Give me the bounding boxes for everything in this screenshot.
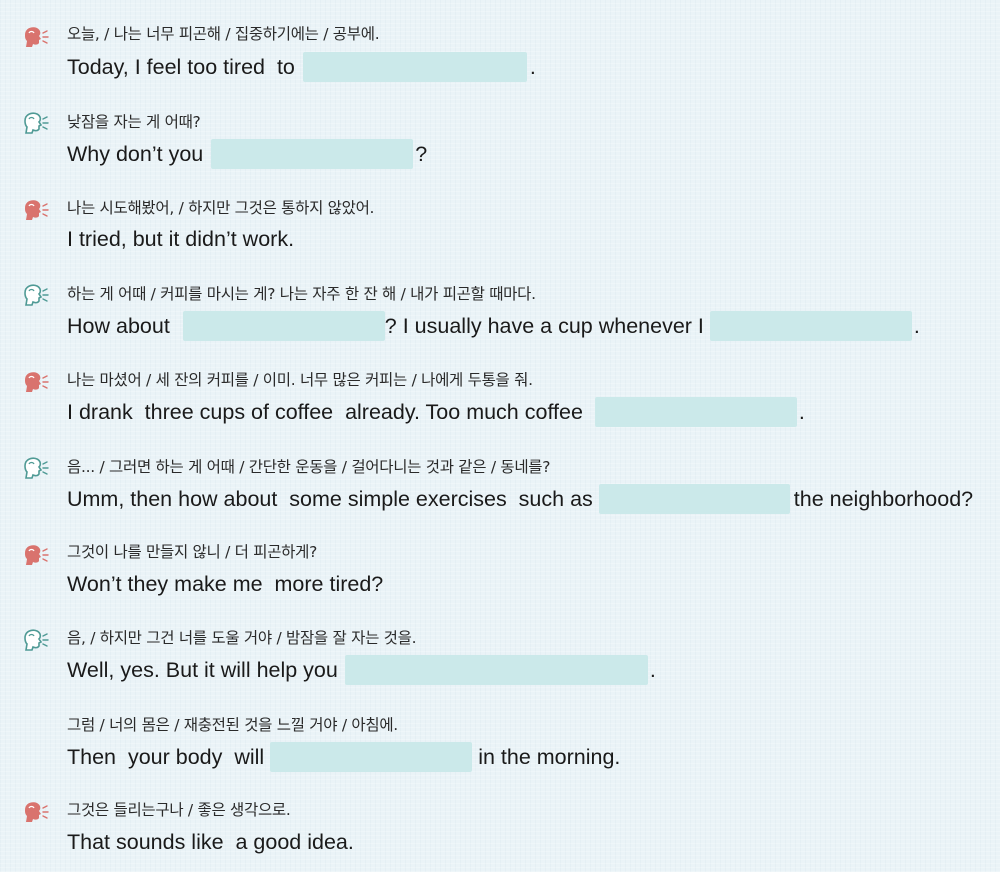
english-text: ? I usually have a cup whenever I (384, 314, 704, 338)
english-line-1: Today, I feel too tired to . (67, 52, 536, 82)
speaker-b-icon (22, 111, 50, 135)
english-line-4: How about ? I usually have a cup wheneve… (67, 311, 920, 341)
korean-line-2: 낮잠을 자는 게 어때? (67, 113, 201, 131)
english-line-5: I drank three cups of coffee already. To… (67, 397, 805, 427)
speaker-a-icon (22, 800, 50, 824)
answer-blank[interactable] (594, 397, 797, 427)
speaker-a-icon (22, 370, 50, 394)
english-text: . (913, 314, 920, 338)
speaker-a-icon (22, 543, 50, 567)
speaker-b-icon (22, 456, 50, 480)
english-text: Today, I feel too tired to (67, 55, 295, 79)
english-line-6: Umm, then how about some simple exercise… (67, 484, 973, 514)
speaker-a-icon (22, 25, 50, 49)
korean-line-6: 음... / 그러면 하는 게 어때 / 간단한 운동을 / 걸어다니는 것과 … (67, 458, 551, 476)
english-text: . (798, 400, 805, 424)
english-text: Won’t they make me more tired? (67, 572, 384, 596)
english-text: I tried, but it didn’t work. (67, 227, 295, 251)
korean-line-4: 하는 게 어때 / 커피를 마시는 게? 나는 자주 한 잔 해 / 내가 피곤… (67, 285, 536, 303)
korean-line-5: 나는 마셨어 / 세 잔의 커피를 / 이미. 너무 많은 커피는 / 나에게 … (67, 371, 533, 389)
speaker-b-icon (22, 283, 50, 307)
english-line-2: Why don’t you ? (67, 139, 427, 169)
speaker-a-icon (22, 198, 50, 222)
english-line-9: Then your body will in the morning. (67, 742, 620, 772)
english-text: ? (415, 142, 428, 166)
korean-line-7: 그것이 나를 만들지 않니 / 더 피곤하게? (67, 543, 318, 561)
answer-blank[interactable] (709, 311, 912, 341)
korean-line-8: 음, / 하지만 그건 너를 도울 거야 / 밤잠을 잘 자는 것을. (67, 629, 417, 647)
english-text: the neighborhood? (793, 487, 974, 511)
answer-blank[interactable] (598, 484, 790, 514)
english-text: Then your body will (67, 745, 265, 769)
english-text: Why don’t you (67, 142, 204, 166)
english-text: Well, yes. But it will help you (67, 658, 338, 682)
english-text: That sounds like a good idea. (67, 830, 354, 854)
english-text: . (529, 55, 536, 79)
speaker-b-icon (22, 628, 50, 652)
english-text: How about (67, 314, 170, 338)
english-line-7: Won’t they make me more tired? (67, 569, 383, 599)
english-line-3: I tried, but it didn’t work. (67, 224, 294, 254)
english-text: Umm, then how about some simple exercise… (67, 487, 593, 511)
english-line-10: That sounds like a good idea. (67, 827, 354, 857)
answer-blank[interactable] (182, 311, 385, 341)
answer-blank[interactable] (211, 139, 414, 169)
english-text: I drank three cups of coffee already. To… (67, 400, 583, 424)
korean-line-3: 나는 시도해봤어, / 하지만 그것은 통하지 않았어. (67, 199, 375, 217)
english-text: . (649, 658, 656, 682)
answer-blank[interactable] (270, 742, 473, 772)
answer-blank[interactable] (344, 655, 648, 685)
korean-line-1: 오늘, / 나는 너무 피곤해 / 집중하기에는 / 공부에. (67, 25, 380, 43)
answer-blank[interactable] (302, 52, 527, 82)
korean-line-10: 그것은 들리는구나 / 좋은 생각으로. (67, 801, 291, 819)
korean-line-9: 그럼 / 너의 몸은 / 재충전된 것을 느낄 거야 / 아침에. (67, 716, 398, 734)
english-line-8: Well, yes. But it will help you . (67, 655, 656, 685)
english-text: in the morning. (478, 745, 621, 769)
